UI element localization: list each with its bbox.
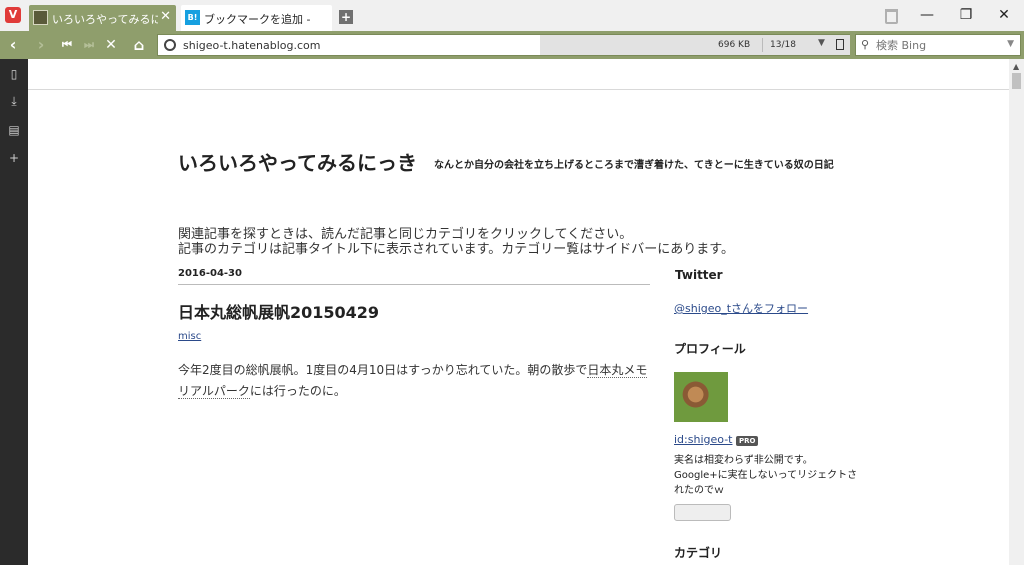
- profile-line: 実名は相変わらず非公開です。: [674, 455, 813, 466]
- search-input[interactable]: [876, 37, 996, 53]
- tab-title: いろいろやってみるにっき: [52, 13, 158, 26]
- post-text: 今年2度目の総帆展帆。1度目の4月10日はすっかり忘れていた。朝の散歩で: [178, 363, 588, 377]
- back-button[interactable]: ‹: [2, 34, 24, 56]
- load-progress-fill: [540, 35, 850, 55]
- blog-description: なんとか自分の会社を立ち上げるところまで漕ぎ着けた、てきとーに生きている奴の日記: [434, 160, 834, 171]
- search-field[interactable]: ⚲ ▼: [855, 34, 1021, 56]
- bookmark-icon[interactable]: [836, 39, 844, 50]
- twitter-heading: Twitter: [675, 268, 723, 282]
- side-panel: ▯ ⤓ ▤ +: [0, 59, 28, 565]
- post-category-link[interactable]: misc: [178, 331, 201, 342]
- scrollbar-thumb[interactable]: [1012, 73, 1021, 89]
- avatar[interactable]: [674, 372, 728, 422]
- blog-title[interactable]: いろいろやってみるにっき: [178, 147, 417, 176]
- divider: [178, 284, 650, 285]
- scrollbar[interactable]: ▲: [1009, 59, 1024, 565]
- address-bar: ‹ › ⏮ ⏭ ✕ ⌂ shigeo-t.hatenablog.com 696 …: [0, 31, 1024, 59]
- notice-line: 記事のカテゴリは記事タイトル下に表示されています。カテゴリー覧はサイドバーにあり…: [178, 242, 735, 257]
- rewind-button[interactable]: ⏮: [56, 34, 78, 56]
- vivaldi-menu-icon[interactable]: V: [5, 7, 21, 23]
- home-icon[interactable]: ⌂: [128, 34, 150, 56]
- profile-heading: プロフィール: [674, 342, 746, 356]
- post-body: 今年2度目の総帆展帆。1度目の4月10日はすっかり忘れていた。朝の散歩で日本丸メ…: [178, 360, 648, 402]
- url-field[interactable]: shigeo-t.hatenablog.com 696 KB 13/18 ▼: [157, 34, 850, 56]
- twitter-follow-link[interactable]: @shigeo_tさんをフォロー: [674, 300, 808, 316]
- trash-icon[interactable]: [885, 9, 898, 24]
- pro-badge: PRO: [736, 436, 759, 446]
- subscribe-button[interactable]: [674, 504, 731, 521]
- new-tab-button[interactable]: +: [339, 10, 353, 24]
- bookmarks-icon[interactable]: ▯: [7, 67, 21, 81]
- notes-icon[interactable]: ▤: [7, 123, 21, 137]
- tab-close-icon[interactable]: ✕: [160, 9, 171, 24]
- page-viewport: いろいろやってみるにっき なんとか自分の会社を立ち上げるところまで漕ぎ着けた、て…: [28, 59, 1009, 565]
- close-window-button[interactable]: ✕: [988, 4, 1020, 26]
- tab-active[interactable]: いろいろやってみるにっき ✕: [29, 5, 176, 31]
- maximize-button[interactable]: ❐: [950, 4, 982, 26]
- post-title[interactable]: 日本丸総帆展帆20150429: [178, 299, 379, 323]
- hatena-header-strip: [28, 59, 1009, 90]
- profile-line: Google+に実在しないってリジェクトさ: [674, 470, 858, 481]
- forward-button[interactable]: ›: [30, 34, 52, 56]
- post-date[interactable]: 2016-04-30: [178, 268, 242, 279]
- profile-line: れたのでｗ: [674, 485, 724, 496]
- tab-favicon-icon: [33, 10, 48, 25]
- notice-text: 関連記事を探すときは、読んだ記事と同じカテゴリをクリックしてください。 記事のカ…: [178, 227, 734, 257]
- tab-bar: V いろいろやってみるにっき ✕ B! ブックマークを追加 - はてなブックマー…: [0, 0, 1024, 31]
- notice-line: 関連記事を探すときは、読んだ記事と同じカテゴリをクリックしてください。: [178, 227, 633, 242]
- downloads-icon[interactable]: ⤓: [7, 94, 21, 108]
- chevron-down-icon[interactable]: ▼: [818, 38, 825, 48]
- divider: [762, 38, 763, 52]
- stop-button[interactable]: ✕: [100, 34, 122, 56]
- url-text: shigeo-t.hatenablog.com: [183, 39, 321, 52]
- tab-bookmark[interactable]: B! ブックマークを追加 - はてなブックマーク: [181, 5, 332, 31]
- load-count-readout: 13/18: [770, 40, 796, 50]
- tab-title: ブックマークを追加 - はてなブックマーク: [204, 13, 310, 26]
- chevron-down-icon[interactable]: ▼: [1007, 39, 1014, 49]
- minimize-button[interactable]: —: [911, 4, 943, 26]
- category-heading: カテゴリ: [674, 546, 723, 560]
- scroll-up-icon[interactable]: ▲: [1013, 62, 1019, 71]
- profile-text: 実名は相変わらず非公開です。 Google+に実在しないってリジェクトさ れたの…: [674, 453, 864, 498]
- hatena-bookmark-icon: B!: [185, 10, 200, 25]
- profile-id-link[interactable]: id:shigeo-t: [674, 433, 732, 446]
- add-panel-icon[interactable]: +: [7, 151, 21, 165]
- globe-icon: [164, 39, 176, 51]
- search-icon: ⚲: [861, 38, 870, 51]
- page-size-readout: 696 KB: [718, 40, 751, 50]
- fast-forward-button[interactable]: ⏭: [78, 34, 100, 56]
- post-text: には行ったのに。: [249, 384, 346, 398]
